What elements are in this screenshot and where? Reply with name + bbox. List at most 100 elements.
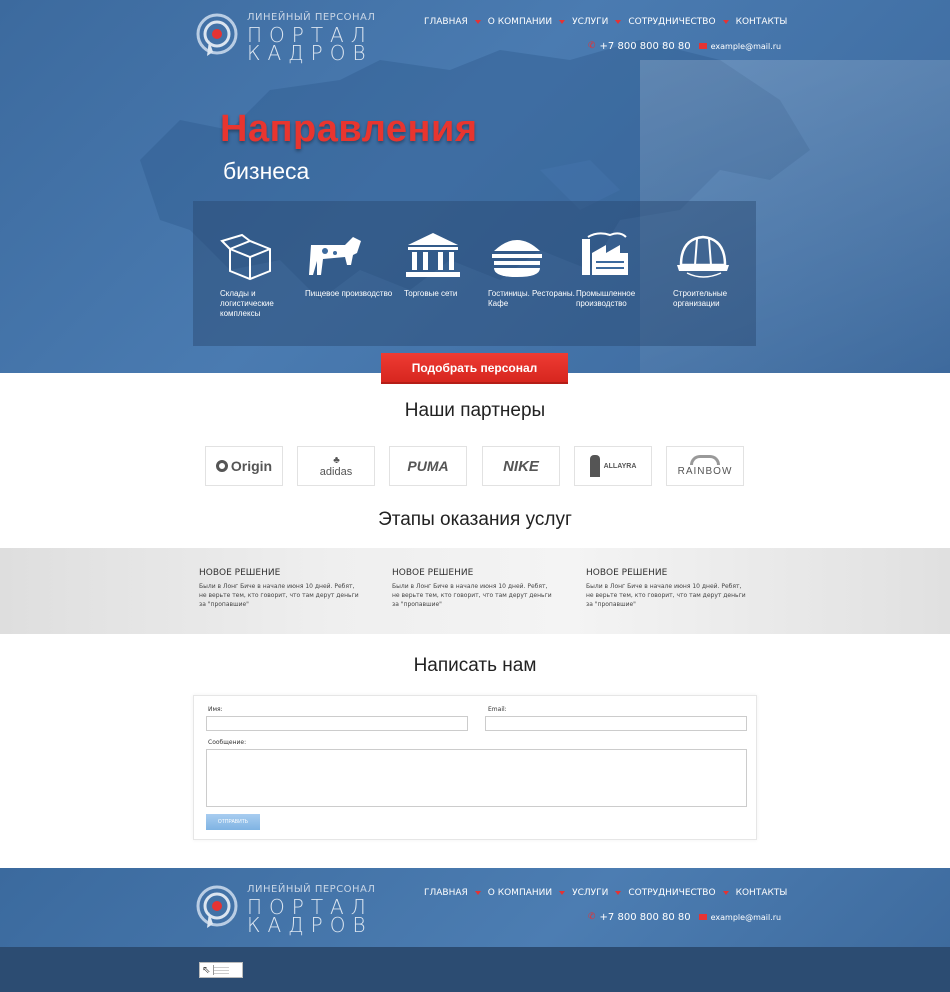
logo-subtitle: ЛИНЕЙНЫЙ ПЕРСОНАЛ: [247, 12, 376, 23]
factory-icon: [582, 232, 628, 275]
phone-icon: ✆: [588, 41, 596, 51]
footer-nav: ГЛАВНАЯ О КОМПАНИИ УСЛУГИ СОТРУДНИЧЕСТВО…: [424, 886, 787, 900]
nav-separator-icon: [722, 891, 729, 895]
nav-separator-icon: [615, 891, 622, 895]
direction-label: Промышленное производство: [576, 289, 636, 308]
nav-item-contacts[interactable]: КОНТАКТЫ: [736, 888, 788, 898]
nav-item-services[interactable]: УСЛУГИ: [572, 888, 608, 898]
allayra-figure-icon: [589, 455, 600, 477]
direction-hotels[interactable]: Гостиницы. Рестораны. Кафе: [488, 231, 578, 309]
cow-icon: [309, 237, 361, 275]
partner-logo-rainbow[interactable]: RAINBOW: [666, 446, 744, 486]
footer-bottom-bar: [0, 947, 950, 992]
direction-label: Пищевое производство: [305, 289, 393, 298]
nav-item-home[interactable]: ГЛАВНАЯ: [424, 17, 468, 27]
directions-panel: Склады и логистические комплексы Пищевое…: [193, 201, 756, 346]
name-input[interactable]: [206, 716, 468, 731]
direction-label: Склады и логистические комплексы: [220, 289, 274, 318]
direction-warehouses[interactable]: Склады и логистические комплексы: [220, 231, 310, 319]
nav-separator-icon: [722, 20, 729, 24]
email-label: Email:: [488, 706, 507, 713]
email-link[interactable]: example@mail.ru: [711, 913, 781, 922]
phone-number[interactable]: +7 800 800 80 80: [600, 912, 691, 923]
select-staff-button[interactable]: Подобрать персонал: [381, 353, 568, 384]
logo-line2: КАДРОВ: [247, 913, 373, 937]
nav-separator-icon: [474, 891, 481, 895]
stage-text: Были в Лонг Биче в начале июня 10 дней. …: [392, 583, 552, 608]
mail-icon: [698, 914, 707, 920]
logo-line2: КАДРОВ: [247, 41, 373, 65]
footer: ЛИНЕЙНЫЙ ПЕРСОНАЛ ПОРТАЛ КАДРОВ ГЛАВНАЯ …: [0, 868, 950, 947]
email-input[interactable]: [485, 716, 747, 731]
stage-item: НОВОЕ РЕШЕНИЕ Были в Лонг Биче в начале …: [199, 568, 359, 609]
contact-title: Написать нам: [413, 655, 537, 676]
contact-form: Имя: Email: Сообщение: ОТПРАВИТЬ: [193, 695, 757, 840]
logo-subtitle: ЛИНЕЙНЫЙ ПЕРСОНАЛ: [247, 884, 376, 895]
partner-name: adidas: [319, 465, 353, 478]
nav-separator-icon: [615, 20, 622, 24]
partners-title: Наши партнеры: [404, 400, 546, 421]
rainbow-arc-icon: [690, 455, 720, 465]
message-label: Сообщение:: [208, 739, 247, 746]
direction-retail[interactable]: Торговые сети: [404, 231, 494, 299]
stages-section: НОВОЕ РЕШЕНИЕ Были в Лонг Биче в начале …: [0, 548, 950, 634]
name-label: Имя:: [208, 706, 223, 713]
partner-logo-allayra[interactable]: ALLAYRA: [574, 446, 652, 486]
direction-label: Строительные организации: [673, 289, 728, 308]
stage-heading: НОВОЕ РЕШЕНИЕ: [586, 568, 668, 578]
direction-label: Гостиницы. Рестораны. Кафе: [488, 289, 575, 308]
nav-separator-icon: [559, 20, 566, 24]
phone-number[interactable]: +7 800 800 80 80: [600, 41, 691, 52]
partner-name: NIKE: [503, 457, 539, 475]
stages-title: Этапы оказания услуг: [378, 509, 572, 530]
message-textarea[interactable]: [206, 749, 747, 807]
hero-section: ЛИНЕЙНЫЙ ПЕРСОНАЛ ПОРТАЛ КАДРОВ ГЛАВНАЯ …: [0, 0, 950, 373]
partner-name: RAINBOW: [677, 466, 733, 477]
nav-item-home[interactable]: ГЛАВНАЯ: [424, 888, 468, 898]
email-link[interactable]: example@mail.ru: [711, 42, 781, 51]
adidas-trefoil-icon: ♣: [333, 454, 339, 466]
stage-heading: НОВОЕ РЕШЕНИЕ: [392, 568, 474, 578]
nav-item-about[interactable]: О КОМПАНИИ: [488, 888, 552, 898]
footer-contacts: ✆ +7 800 800 80 80 example@mail.ru: [588, 910, 781, 924]
direction-industry[interactable]: Промышленное производство: [576, 231, 666, 309]
stage-text: Были в Лонг Биче в начале июня 10 дней. …: [586, 583, 746, 608]
nav-item-about[interactable]: О КОМПАНИИ: [488, 17, 552, 27]
direction-construction[interactable]: Строительные организации: [673, 231, 763, 309]
mail-icon: [698, 43, 707, 49]
nav-item-services[interactable]: УСЛУГИ: [572, 17, 608, 27]
logo[interactable]: ЛИНЕЙНЫЙ ПЕРСОНАЛ ПОРТАЛ КАДРОВ: [195, 12, 375, 65]
nav-item-cooperation[interactable]: СОТРУДНИЧЕСТВО: [628, 888, 715, 898]
footer-logo[interactable]: ЛИНЕЙНЫЙ ПЕРСОНАЛ ПОРТАЛ КАДРОВ: [195, 884, 375, 937]
partner-name: PUMA: [407, 458, 449, 474]
submit-button[interactable]: ОТПРАВИТЬ: [206, 814, 260, 830]
partner-logo-nike[interactable]: NIKE: [482, 446, 560, 486]
header-contacts: ✆ +7 800 800 80 80 example@mail.ru: [588, 39, 781, 53]
partner-name: Origin: [230, 458, 273, 474]
partner-logo-adidas[interactable]: ♣ adidas: [297, 446, 375, 486]
visit-counter-badge[interactable]: ⇖: [199, 962, 243, 978]
logo-mark-icon: [196, 13, 238, 56]
arrow-up-left-icon: ⇖: [202, 964, 211, 976]
hero-subtitle: бизнеса: [223, 158, 310, 184]
stage-item: НОВОЕ РЕШЕНИЕ Были в Лонг Биче в начале …: [392, 568, 552, 609]
nav-item-contacts[interactable]: КОНТАКТЫ: [736, 17, 788, 27]
partner-logo-puma[interactable]: PUMA: [389, 446, 467, 486]
stage-item: НОВОЕ РЕШЕНИЕ Были в Лонг Биче в начале …: [586, 568, 746, 609]
burger-icon: [492, 240, 542, 277]
partner-name: ALLAYRA: [603, 462, 637, 470]
counter-graph-icon: [213, 965, 230, 975]
nav-separator-icon: [474, 20, 481, 24]
direction-food[interactable]: Пищевое производство: [305, 231, 395, 299]
partner-logo-origin[interactable]: Origin: [205, 446, 283, 486]
stage-text: Были в Лонг Биче в начале июня 10 дней. …: [199, 583, 359, 608]
bank-icon: [406, 233, 460, 277]
phone-icon: ✆: [588, 912, 596, 922]
direction-label: Торговые сети: [404, 289, 458, 298]
box-icon: [220, 233, 271, 281]
nav-item-cooperation[interactable]: СОТРУДНИЧЕСТВО: [628, 17, 715, 27]
helmet-icon: [677, 235, 729, 278]
logo-mark-icon: [196, 885, 238, 928]
hero-title: Направления: [220, 108, 478, 150]
origin-ring-icon: [215, 460, 228, 472]
